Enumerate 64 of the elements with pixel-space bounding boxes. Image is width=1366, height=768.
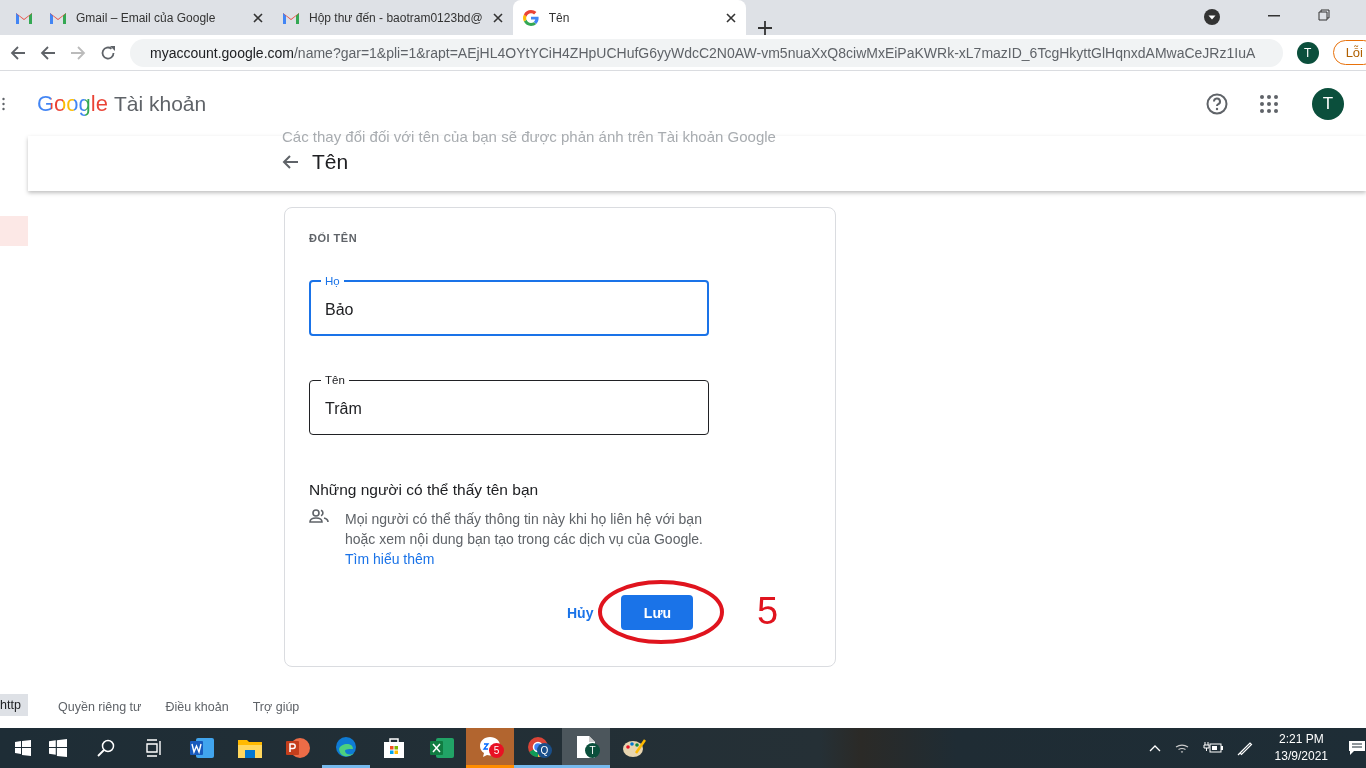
text-field[interactable]: Họ Bảo [309, 274, 709, 336]
menu-icon[interactable] [2, 96, 5, 111]
back-icon[interactable] [40, 44, 56, 61]
browser-icon [335, 735, 357, 758]
profile-avatar[interactable]: T [1296, 41, 1319, 64]
section-heading: Những người có thể thấy tên bạn [309, 481, 540, 499]
notice-text: Các thay đổi đối với tên của bạn sẽ được phản ánh trên Tài khoản Google [282, 128, 777, 147]
close-icon[interactable] [492, 12, 503, 23]
status-tooltip: http [0, 694, 28, 717]
visibility-description: Mọi người có thể thấy thông tin này khi họ liên hệ với bạn hoặc xem nội dung bạn tạo trong các dịch vụ của Google. Tìm hiểu thêm [345, 510, 704, 569]
search-icon [97, 739, 115, 758]
clock[interactable]: 2:21 PM 13/9/2021 [1274, 731, 1328, 766]
reload-icon[interactable] [100, 44, 116, 61]
excel-app-icon [430, 737, 454, 760]
section-label: ĐỔI TÊN [309, 232, 359, 244]
task-view-icon [145, 739, 163, 758]
taskbar-button[interactable]: 5 [466, 728, 514, 768]
close-icon[interactable] [725, 12, 736, 23]
sidebar-edge [0, 216, 28, 246]
paint-palette-icon [622, 737, 646, 760]
battery-icon[interactable] [1202, 742, 1223, 755]
powerpoint-app-icon [286, 737, 310, 760]
save-button[interactable]: Lưu [621, 595, 694, 630]
close-icon[interactable] [253, 12, 263, 23]
browser-tab[interactable]: Tên [512, 0, 746, 35]
help-icon[interactable] [1206, 92, 1228, 115]
icon-badge: 5 [489, 743, 504, 758]
account-avatar[interactable]: T [1312, 87, 1344, 120]
mail-icon [283, 11, 299, 24]
folder-icon [238, 738, 262, 759]
windows-logo-icon [49, 739, 67, 758]
tab-search-icon[interactable] [1204, 9, 1220, 25]
cancel-button[interactable]: Hủy [567, 596, 594, 629]
page-title: Tên [312, 150, 349, 174]
browser-tab[interactable]: Gmail – Email của Google [40, 0, 273, 35]
g-logo-icon [522, 9, 539, 26]
word-app-icon [190, 737, 214, 760]
notification-icon[interactable] [1348, 740, 1366, 757]
new-tab-icon[interactable] [757, 21, 772, 35]
footer-link[interactable]: Điều khoản [165, 700, 229, 715]
learn-more-link[interactable]: Tìm hiểu thêm [345, 551, 435, 567]
taskbar-button[interactable]: T [562, 728, 610, 768]
windows-logo-icon [15, 740, 31, 757]
back-icon[interactable] [282, 154, 298, 170]
restore-icon[interactable] [1318, 9, 1330, 21]
icon-badge: Q [537, 743, 552, 758]
footer-link[interactable]: Quyền riêng tư [58, 700, 142, 715]
store-bag-icon [383, 737, 405, 760]
people-icon [309, 509, 329, 523]
annotation-number: 5 [757, 591, 779, 631]
pen-icon[interactable] [1236, 740, 1253, 757]
text-field[interactable]: Tên Trâm [309, 373, 709, 435]
product-name: Tài khoản [113, 91, 207, 116]
address-bar[interactable]: myaccount.google.com/name?gar=1&pli=1&rapt=AEjHL4OYtYCiH4ZHpUCHufG6yyWdcC2N0AW-vm5nuaXxQ8ciwMxEiPaKWRk-xL7mazID_6TcgHkyttGlHqnxdAMwaCeJRz1IuA [130, 38, 1283, 67]
mail-icon [16, 11, 32, 24]
chevron-up-icon[interactable] [1148, 744, 1161, 752]
error-button[interactable]: Lỗi [1332, 40, 1366, 65]
wifi-icon[interactable] [1174, 742, 1189, 755]
footer-link[interactable]: Trợ giúp [252, 700, 300, 715]
apps-grid-icon[interactable] [1260, 94, 1278, 113]
mail-icon [50, 11, 66, 24]
browser-tab[interactable]: Hộp thư đến - baotram0123bd@ [273, 0, 513, 35]
back-icon[interactable] [10, 44, 26, 61]
minimize-icon[interactable] [1268, 15, 1280, 17]
